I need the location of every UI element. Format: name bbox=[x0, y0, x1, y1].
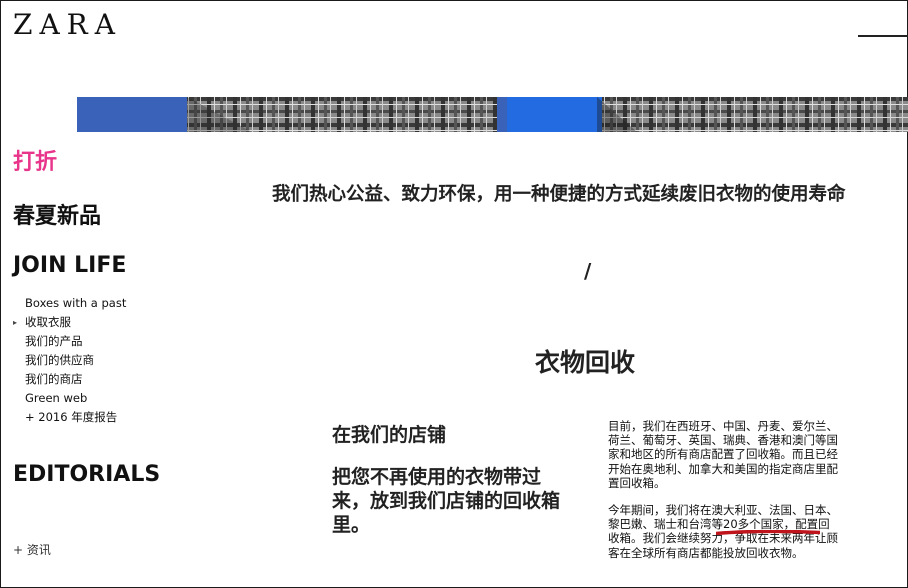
red-underline-annotation bbox=[716, 530, 820, 535]
section-separator: / bbox=[584, 259, 592, 283]
nav-join-life[interactable]: JOIN LIFE bbox=[13, 253, 126, 278]
subnav-item-our-products[interactable]: 我们的产品 bbox=[25, 332, 126, 351]
subnav-item-collect-clothes[interactable]: 收取衣服 bbox=[13, 313, 126, 332]
nav-new-in[interactable]: 春夏新品 bbox=[13, 198, 101, 230]
subnav-item-our-stores[interactable]: 我们的商店 bbox=[25, 370, 126, 389]
nav-sale[interactable]: 打折 bbox=[13, 144, 57, 176]
hamburger-line-icon[interactable] bbox=[858, 35, 908, 37]
store-section-description: 把您不再使用的衣物带过来，放到我们店铺的回收箱里。 bbox=[332, 466, 561, 536]
nav-info[interactable]: + 资讯 bbox=[13, 541, 51, 558]
subnav-item-annual-report[interactable]: + 2016 年度报告 bbox=[25, 408, 126, 427]
subnav-item-boxes-with-a-past[interactable]: Boxes with a past bbox=[25, 294, 126, 313]
subnav-item-green-web[interactable]: Green web bbox=[25, 389, 126, 408]
recycling-info-paragraph-1: 目前，我们在西班牙、中国、丹麦、爱尔兰、荷兰、葡萄牙、英国、瑞典、香港和澳门等国… bbox=[608, 419, 838, 490]
page-title: 衣物回收 bbox=[535, 348, 636, 377]
join-life-subnav: Boxes with a past 收取衣服 我们的产品 我们的供应商 我们的商… bbox=[13, 294, 126, 427]
store-section-title: 在我们的店铺 bbox=[332, 424, 447, 446]
nav-editorials[interactable]: EDITORIALS bbox=[13, 462, 160, 487]
page-tagline: 我们热心公益、致力环保，用一种便捷的方式延续废旧衣物的使用寿命 bbox=[272, 184, 846, 205]
zara-logo[interactable]: ZARA bbox=[13, 8, 122, 41]
subnav-item-our-suppliers[interactable]: 我们的供应商 bbox=[25, 351, 126, 370]
hero-banner bbox=[77, 97, 908, 132]
